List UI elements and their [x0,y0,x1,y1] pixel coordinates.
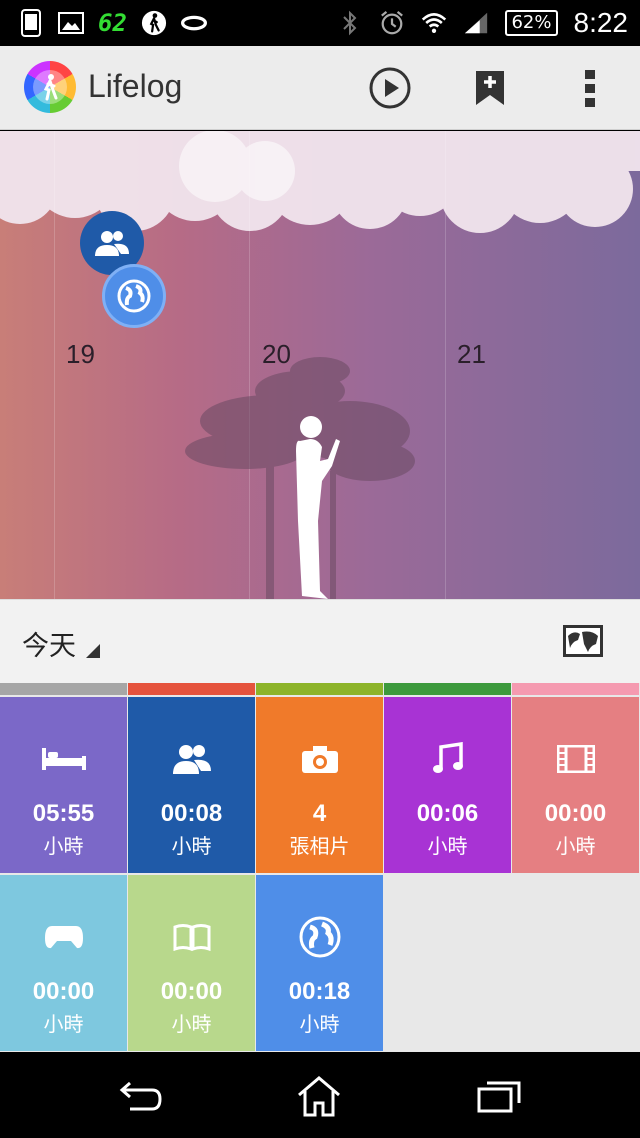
alarm-icon [379,10,405,36]
walk-icon [141,10,167,36]
back-icon [119,1081,162,1111]
overflow-menu-icon [585,70,595,107]
gallery-icon [58,10,84,36]
day-label: 19 [66,339,95,369]
notification-count: 62 [98,9,127,37]
dropdown-arrow-icon[interactable] [86,644,100,658]
category-strip [384,683,511,695]
activity-tile-games[interactable]: 00:00 小時 [0,875,127,1051]
activity-value: 00:00 [544,800,607,827]
recents-button[interactable] [474,1074,524,1118]
day-divider [54,131,55,599]
recents-icon [477,1081,521,1113]
home-button[interactable] [294,1074,344,1118]
phone-icon [18,9,44,37]
overflow-menu-button[interactable] [568,66,612,110]
back-button[interactable] [116,1074,166,1118]
play-button[interactable] [368,66,412,110]
status-bar: 62 62% 8:22 [0,0,640,46]
activity-unit: 小時 [427,834,468,858]
activity-tile-video[interactable]: 00:00 小時 [512,697,639,873]
activity-tile-reading[interactable]: 00:00 小時 [128,875,255,1051]
app-title: Lifelog [88,68,183,104]
activity-unit: 小時 [43,1012,84,1036]
date-selector[interactable]: 今天 [22,624,76,663]
people-icon [95,231,129,256]
people-icon [172,745,211,774]
gallery-view-button[interactable] [562,624,604,658]
activity-value: 00:00 [160,978,223,1005]
clock: 8:22 [573,7,629,38]
activity-unit: 小時 [299,1012,340,1036]
timeline-hero[interactable]: 19 20 21 [0,131,640,599]
bookmark-add-button[interactable] [468,66,512,110]
activity-unit: 小時 [555,834,596,858]
activity-unit: 小時 [171,1012,212,1036]
app-bar: Lifelog [0,46,640,130]
activity-tile-social[interactable]: 00:08 小時 [128,697,255,873]
date-selector-row: 今天 [0,599,640,683]
play-icon [369,67,411,109]
globe-icon [299,916,340,958]
signal-icon [463,10,489,36]
gamepad-icon [44,926,83,949]
wifi-icon [421,10,447,36]
activity-grid: 05:55 小時 00:08 小時 4 張相片 00:06 小時 00:00 小… [0,683,640,1052]
activity-value: 00:18 [288,978,351,1005]
timeline-event-globe[interactable] [102,264,166,328]
film-icon [556,745,595,773]
activity-unit: 小時 [43,834,84,858]
book-icon [173,924,210,951]
category-strip [512,683,639,695]
battery-indicator: 62% [505,10,558,36]
activity-value: 4 [312,800,327,827]
activity-tile-browsing[interactable]: 00:18 小時 [256,875,383,1051]
activity-unit: 小時 [171,834,212,858]
navigation-bar [0,1052,640,1138]
band-icon [180,10,207,36]
category-strip [0,683,127,695]
activity-tile-sleep[interactable]: 05:55 小時 [0,697,127,873]
person-silhouette [296,416,340,599]
bed-icon [41,748,86,770]
activity-value: 05:55 [32,800,95,827]
world-map-icon [563,625,603,657]
camera-icon [301,746,338,773]
category-strip [128,683,255,695]
bluetooth-icon [337,10,363,36]
activity-tile-photos[interactable]: 4 張相片 [256,697,383,873]
category-strip [256,683,383,695]
home-icon [298,1076,340,1117]
activity-value: 00:00 [32,978,95,1005]
music-icon [432,742,463,773]
globe-icon [117,279,151,313]
activity-value: 00:06 [416,800,479,827]
activity-unit: 張相片 [289,834,350,858]
activity-value: 00:08 [160,800,223,827]
bookmark-add-icon [476,71,504,105]
activity-tile-music[interactable]: 00:06 小時 [384,697,511,873]
app-logo-icon [24,61,76,113]
